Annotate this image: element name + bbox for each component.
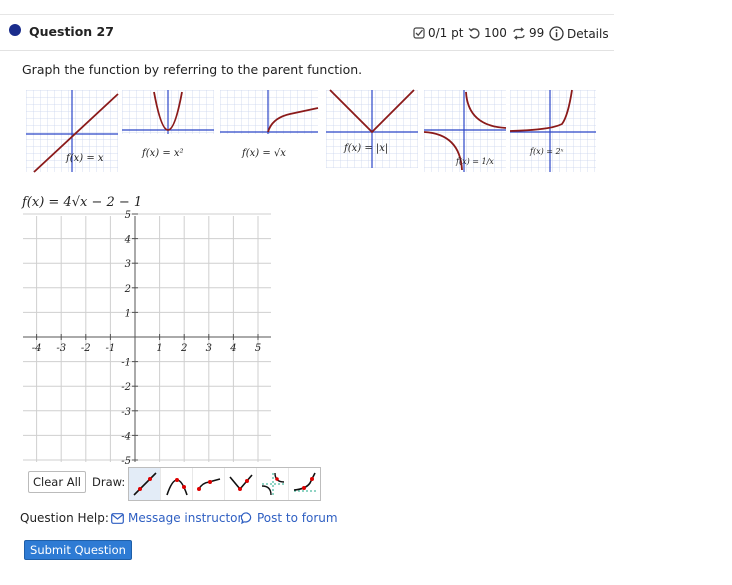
abs-tool[interactable]: [225, 468, 257, 500]
quadratic-tool[interactable]: [161, 468, 193, 500]
exponential-tool-icon: [293, 472, 316, 492]
x-tick-label: -2: [81, 343, 91, 354]
question-prompt: Graph the function by referring to the p…: [22, 62, 363, 77]
message-instructor-link[interactable]: Message instructor: [111, 511, 242, 525]
sqrt-tool[interactable]: [193, 468, 225, 500]
reciprocal-tool-icon: [261, 472, 284, 496]
parent-exponential-label: f(x) = 2ˣ: [529, 147, 564, 156]
function-label: f(x) = 4√x − 2 − 1: [22, 195, 143, 210]
y-tick-label: 4: [124, 235, 131, 246]
exponential-tool[interactable]: [289, 468, 320, 500]
x-tick-label: -1: [106, 343, 116, 354]
parent-quadratic-label: f(x) = x²: [141, 148, 184, 159]
details-label: Details: [567, 26, 609, 41]
y-tick-label: 5: [125, 210, 131, 221]
post-to-forum-label: Post to forum: [257, 511, 338, 525]
speech-bubble-icon: [241, 512, 252, 524]
y-tick-label: 1: [125, 308, 131, 319]
y-tick-label: -4: [121, 431, 131, 442]
x-tick-label: 1: [156, 343, 162, 354]
y-tick-label: -1: [121, 358, 131, 369]
line-tool-icon: [132, 472, 157, 496]
x-tick-label: 2: [180, 343, 187, 354]
graph-canvas[interactable]: -5-4-3-2-112345 54321-1-2-3-4-5: [17, 210, 277, 466]
parent-reciprocal-label: f(x) = 1/x: [455, 157, 494, 166]
attempts-indicator: 100: [468, 26, 507, 40]
y-tick-label: 2: [124, 284, 131, 295]
score-indicator: 0/1 pt: [413, 26, 463, 40]
draw-tools: [128, 467, 321, 501]
parent-abs-label: f(x) = |x|: [343, 143, 388, 154]
retries-text: 99: [529, 26, 545, 40]
parent-quadratic-panel: [122, 90, 214, 134]
question-help-label: Question Help:: [20, 511, 109, 525]
sqrt-tool-icon: [196, 478, 220, 491]
x-tick-label: 3: [206, 343, 212, 354]
message-instructor-label: Message instructor: [128, 511, 243, 525]
x-tick-label: 5: [255, 343, 261, 354]
clear-all-button[interactable]: Clear All: [28, 471, 86, 493]
info-icon: [549, 26, 564, 41]
mail-icon: [111, 512, 124, 524]
linear-tool[interactable]: [129, 468, 161, 500]
parent-sqrt-label: f(x) = √x: [241, 148, 286, 159]
checkbox-icon: [413, 27, 425, 39]
y-tick-label: 3: [125, 259, 131, 270]
parabola-tool-icon: [165, 478, 188, 496]
parent-abs-panel: [326, 89, 418, 168]
y-tick-label: -3: [121, 407, 131, 418]
attempts-text: 100: [484, 26, 507, 40]
undo-icon: [468, 27, 480, 39]
draw-label: Draw:: [92, 475, 126, 489]
retries-indicator: 99: [512, 26, 544, 40]
x-tick-label: 4: [229, 343, 236, 354]
post-to-forum-link[interactable]: Post to forum: [241, 511, 338, 525]
x-tick-label: -3: [56, 343, 66, 354]
y-tick-label: -2: [121, 382, 131, 393]
retry-icon: [513, 26, 525, 40]
question-status-dot: [9, 24, 21, 36]
parent-functions-strip: f(x) = x f(x) = x² f(x) = √x f(x) = |x| …: [26, 89, 596, 173]
score-text: 0/1 pt: [428, 26, 464, 40]
parent-sqrt-panel: [220, 90, 319, 134]
parent-exponential-panel: [509, 89, 596, 172]
y-tick-label: -5: [121, 456, 131, 466]
abs-tool-icon: [228, 474, 253, 491]
submit-question-button[interactable]: Submit Question: [24, 540, 132, 560]
x-tick-label: -4: [32, 343, 42, 354]
question-title: Question 27: [29, 24, 114, 39]
reciprocal-tool[interactable]: [257, 468, 289, 500]
details-button[interactable]: Details: [549, 26, 609, 41]
parent-linear-label: f(x) = x: [65, 153, 104, 164]
